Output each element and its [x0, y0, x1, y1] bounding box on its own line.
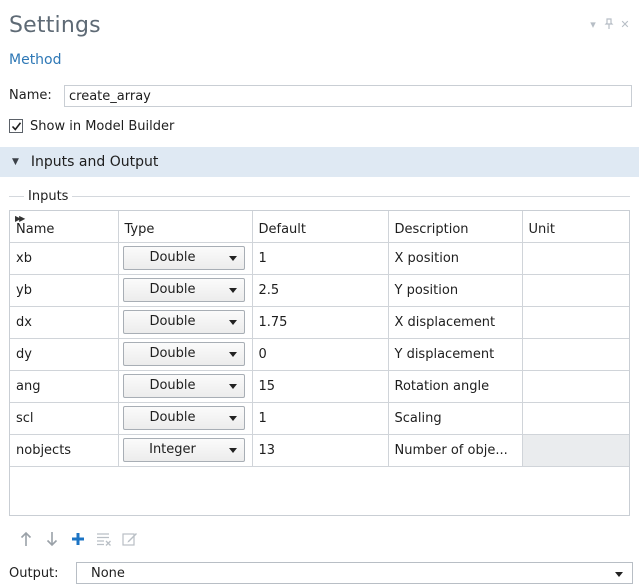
type-dropdown[interactable]: Double	[122, 278, 245, 302]
edit-icon[interactable]	[122, 530, 138, 548]
group-divider	[9, 196, 630, 197]
dropdown-arrow-icon	[228, 288, 237, 293]
cell-name[interactable]: nobjects	[10, 434, 119, 467]
show-in-model-builder-label: Show in Model Builder	[30, 118, 175, 134]
table-row[interactable]: dy Double 0 Y displacement	[10, 338, 629, 371]
cell-default[interactable]: 13	[252, 434, 389, 467]
type-dropdown[interactable]: Double	[122, 406, 245, 430]
output-select-value: None	[91, 566, 125, 581]
cell-unit[interactable]	[522, 370, 629, 403]
cell-type: Double	[118, 306, 253, 339]
name-row: Name:	[9, 85, 633, 107]
cell-default[interactable]: 15	[252, 370, 389, 403]
column-header-type[interactable]: Type	[118, 211, 253, 243]
cell-type: Double	[118, 370, 253, 403]
chevron-down-icon	[615, 572, 623, 577]
column-header-unit[interactable]: Unit	[522, 211, 629, 243]
cell-unit[interactable]	[522, 402, 629, 435]
cell-unit[interactable]	[522, 306, 629, 339]
cell-type: Double	[118, 338, 253, 371]
dropdown-arrow-icon	[228, 320, 237, 325]
cell-unit[interactable]	[522, 338, 629, 371]
column-header-default[interactable]: Default	[252, 211, 389, 243]
output-select[interactable]: None	[76, 562, 633, 584]
chevron-down-icon[interactable]: ▾	[587, 18, 599, 32]
table-header-row: ▶▶ Name Type Default Description Unit	[10, 211, 629, 243]
expand-columns-icon[interactable]: ▶▶	[15, 214, 25, 223]
cell-name[interactable]: scl	[10, 402, 119, 435]
name-input[interactable]	[64, 85, 632, 107]
cell-description[interactable]: Y position	[388, 274, 523, 307]
cell-unit[interactable]	[522, 274, 629, 307]
cell-type: Double	[118, 274, 253, 307]
cell-type: Double	[118, 402, 253, 435]
cell-description[interactable]: X position	[388, 242, 523, 275]
delete-list-icon[interactable]	[96, 530, 112, 548]
cell-description[interactable]: Rotation angle	[388, 370, 523, 403]
section-inputs-and-output[interactable]: ▼ Inputs and Output	[0, 147, 639, 177]
cell-description[interactable]: X displacement	[388, 306, 523, 339]
cell-name[interactable]: dy	[10, 338, 119, 371]
type-dropdown[interactable]: Double	[122, 374, 245, 398]
table-row[interactable]: xb Double 1 X position	[10, 242, 629, 275]
cell-default[interactable]: 2.5	[252, 274, 389, 307]
table-row[interactable]: dx Double 1.75 X displacement	[10, 306, 629, 339]
column-header-description[interactable]: Description	[388, 211, 523, 243]
show-in-model-builder-checkbox[interactable]	[9, 119, 23, 133]
settings-title: Settings	[9, 13, 101, 38]
cell-name[interactable]: yb	[10, 274, 119, 307]
cell-unit	[522, 434, 629, 467]
type-dropdown[interactable]: Integer	[122, 438, 245, 462]
cell-unit[interactable]	[522, 242, 629, 275]
cell-type: Double	[118, 242, 253, 275]
dropdown-arrow-icon	[228, 352, 237, 357]
type-dropdown[interactable]: Double	[122, 310, 245, 334]
cell-name[interactable]: dx	[10, 306, 119, 339]
pin-icon[interactable]	[603, 18, 615, 32]
close-icon[interactable]: ✕	[619, 18, 631, 32]
table-row[interactable]: nobjects Integer 13 Number of obje...	[10, 434, 629, 467]
cell-default[interactable]: 0	[252, 338, 389, 371]
dropdown-arrow-icon	[228, 256, 237, 261]
output-row: Output: None	[9, 562, 633, 584]
output-label: Output:	[9, 566, 59, 581]
inputs-group-label: Inputs	[24, 189, 73, 204]
collapse-triangle-icon[interactable]: ▼	[12, 157, 19, 167]
cell-name[interactable]: ang	[10, 370, 119, 403]
dropdown-arrow-icon	[228, 448, 237, 453]
move-down-icon[interactable]	[44, 530, 60, 548]
cell-name[interactable]: xb	[10, 242, 119, 275]
cell-default[interactable]: 1.75	[252, 306, 389, 339]
move-up-icon[interactable]	[18, 530, 34, 548]
inputs-toolbar	[18, 528, 138, 550]
type-dropdown[interactable]: Double	[122, 246, 245, 270]
table-row[interactable]: yb Double 2.5 Y position	[10, 274, 629, 307]
add-icon[interactable]	[70, 530, 86, 548]
cell-default[interactable]: 1	[252, 242, 389, 275]
section-label: Inputs and Output	[30, 154, 159, 170]
dropdown-arrow-icon	[228, 384, 237, 389]
cell-default[interactable]: 1	[252, 402, 389, 435]
cell-description[interactable]: Number of obje...	[388, 434, 523, 467]
inputs-table: ▶▶ Name Type Default Description Unit xb…	[9, 210, 630, 516]
column-header-name[interactable]: ▶▶ Name	[10, 211, 119, 243]
settings-subtitle: Method	[9, 52, 62, 68]
table-row[interactable]: ang Double 15 Rotation angle	[10, 370, 629, 403]
cell-description[interactable]: Scaling	[388, 402, 523, 435]
show-in-model-builder[interactable]: Show in Model Builder	[9, 117, 174, 135]
cell-type: Integer	[118, 434, 253, 467]
window-controls: ▾ ✕	[587, 18, 631, 32]
dropdown-arrow-icon	[228, 416, 237, 421]
cell-description[interactable]: Y displacement	[388, 338, 523, 371]
type-dropdown[interactable]: Double	[122, 342, 245, 366]
table-row[interactable]: scl Double 1 Scaling	[10, 402, 629, 435]
name-label: Name:	[9, 88, 52, 103]
